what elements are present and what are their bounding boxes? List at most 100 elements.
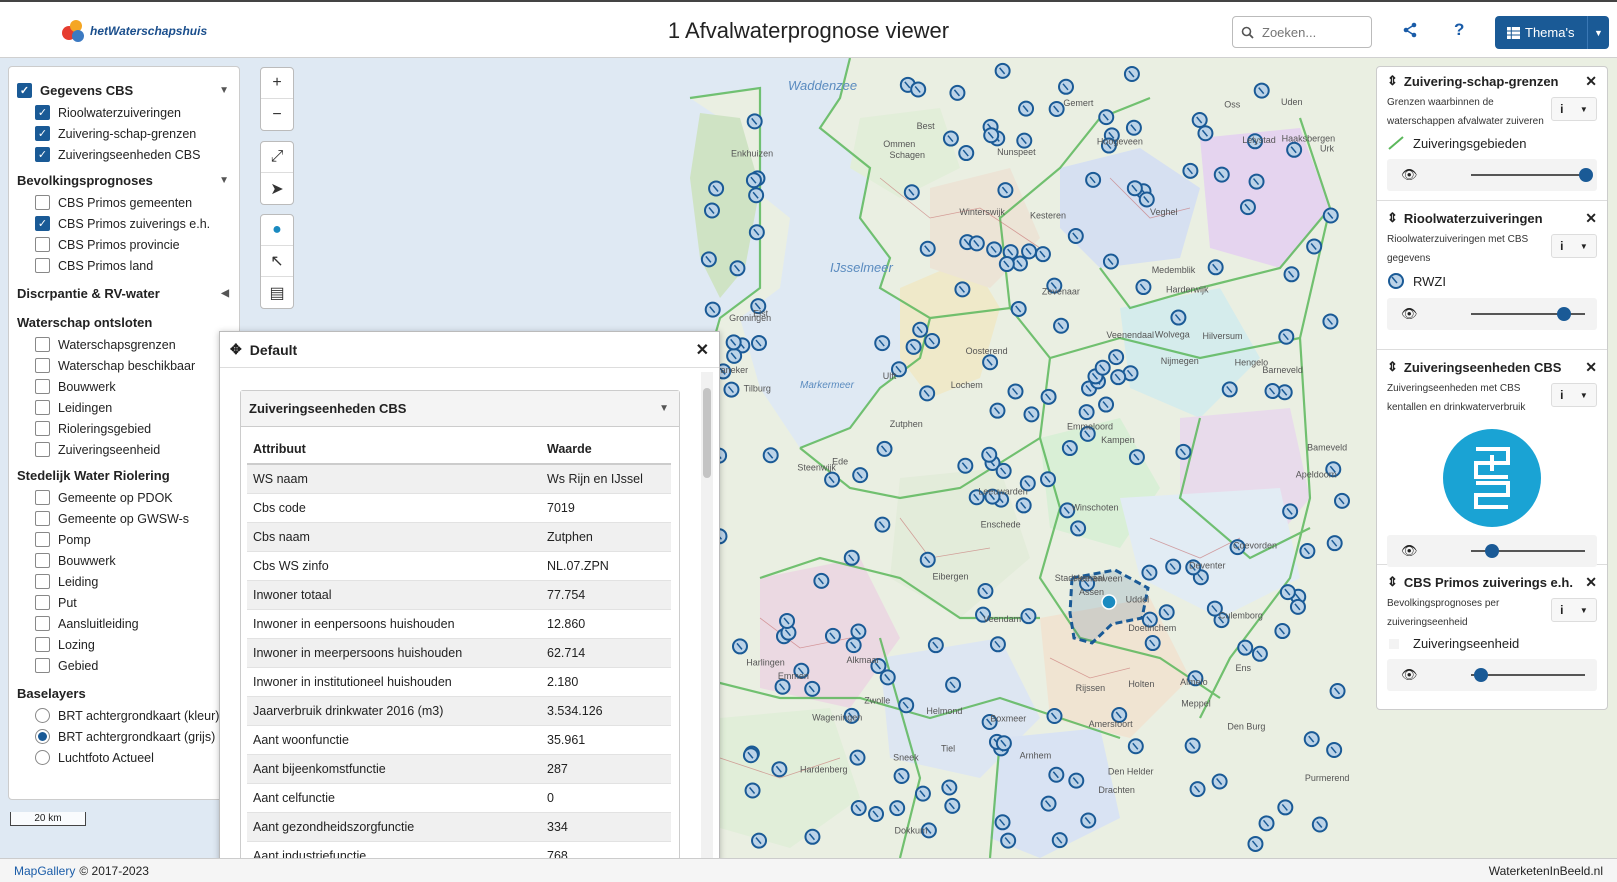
rwzi-marker-icon[interactable] (708, 180, 725, 197)
opacity-slider[interactable] (1471, 544, 1585, 558)
rwzi-marker-icon[interactable] (1322, 207, 1339, 224)
eye-icon[interactable]: 👁 (1401, 167, 1418, 183)
rwzi-marker-icon[interactable] (1085, 171, 1102, 188)
rwzi-marker-icon[interactable] (1018, 100, 1035, 117)
layer-item[interactable]: Put (17, 592, 231, 613)
rwzi-marker-icon[interactable] (874, 335, 891, 352)
rwzi-marker-icon[interactable] (1197, 125, 1214, 142)
rwzi-marker-icon[interactable] (1040, 795, 1057, 812)
rwzi-marker-icon[interactable] (919, 240, 936, 257)
rwzi-marker-icon[interactable] (1126, 180, 1143, 197)
rwzi-marker-icon[interactable] (1258, 815, 1275, 832)
rwzi-marker-icon[interactable] (824, 471, 841, 488)
layer-item[interactable]: Bouwwerk (17, 550, 231, 571)
eye-icon[interactable]: 👁 (1401, 667, 1418, 683)
rwzi-marker-icon[interactable] (1046, 707, 1063, 724)
rwzi-marker-icon[interactable] (850, 800, 867, 817)
baselayer-radio[interactable] (35, 708, 50, 723)
mapgallery-link[interactable]: MapGallery (14, 864, 75, 878)
rwzi-marker-icon[interactable] (1094, 359, 1111, 376)
rwzi-marker-icon[interactable] (703, 202, 720, 219)
help-icon[interactable]: ? (1454, 20, 1464, 40)
rwzi-marker-icon[interactable] (1322, 313, 1339, 330)
rwzi-marker-icon[interactable] (762, 447, 779, 464)
rwzi-marker-icon[interactable] (981, 446, 998, 463)
rwzi-marker-icon[interactable] (1191, 112, 1208, 129)
chevron-down-icon[interactable]: ▼ (659, 403, 669, 414)
rwzi-marker-icon[interactable] (1329, 682, 1346, 699)
rwzi-marker-icon[interactable] (1165, 558, 1182, 575)
group-waterschap-ontsloten[interactable]: Waterschap ontsloten (17, 315, 231, 330)
rwzi-marker-icon[interactable] (1306, 238, 1323, 255)
rwzi-marker-icon[interactable] (1279, 584, 1296, 601)
rwzi-marker-icon[interactable] (1040, 388, 1057, 405)
info-button[interactable]: i ▼ (1551, 97, 1597, 121)
rwzi-marker-icon[interactable] (804, 680, 821, 697)
rwzi-marker-icon[interactable] (1010, 300, 1027, 317)
sort-icon[interactable]: ⇕ (1387, 359, 1398, 375)
logo[interactable]: hetWaterschapshuis (60, 18, 207, 44)
rwzi-marker-icon[interactable] (989, 402, 1006, 419)
rwzi-marker-icon[interactable] (997, 182, 1014, 199)
rwzi-marker-icon[interactable] (1053, 317, 1070, 334)
rwzi-marker-icon[interactable] (949, 84, 966, 101)
popup-scrollbar[interactable] (701, 372, 713, 881)
rwzi-marker-icon[interactable] (1080, 812, 1097, 829)
locate-icon[interactable]: ➤ (261, 173, 293, 204)
layer-item[interactable]: Gemeente op GWSW-s (17, 508, 231, 529)
rwzi-marker-icon[interactable] (924, 333, 941, 350)
layer-item[interactable]: Pomp (17, 529, 231, 550)
layer-item[interactable]: ✓ CBS Primos zuiverings e.h. (17, 213, 231, 234)
rwzi-marker-icon[interactable] (868, 806, 885, 823)
layer-checkbox[interactable] (35, 358, 50, 373)
rwzi-marker-icon[interactable] (1000, 832, 1017, 849)
rwzi-marker-icon[interactable] (1274, 623, 1291, 640)
opacity-slider[interactable] (1471, 307, 1585, 321)
layer-item[interactable]: ✓ Zuivering-schap-grenzen (17, 123, 231, 144)
rwzi-marker-icon[interactable] (1299, 543, 1316, 560)
group-stedelijk-water[interactable]: Stedelijk Water Riolering (17, 468, 231, 483)
sort-icon[interactable]: ⇕ (1387, 574, 1398, 590)
layer-checkbox[interactable] (35, 532, 50, 547)
share-icon[interactable] (1402, 22, 1418, 43)
rwzi-marker-icon[interactable] (1040, 471, 1057, 488)
rwzi-marker-icon[interactable] (874, 516, 891, 533)
rwzi-marker-icon[interactable] (1286, 141, 1303, 158)
rwzi-marker-icon[interactable] (779, 612, 796, 629)
rwzi-marker-icon[interactable] (998, 256, 1015, 273)
legend-icon[interactable]: ▤ (261, 277, 293, 308)
eye-icon[interactable]: 👁 (1401, 543, 1418, 559)
close-icon[interactable]: ✕ (696, 340, 709, 360)
rwzi-marker-icon[interactable] (905, 338, 922, 355)
layer-checkbox[interactable] (35, 195, 50, 210)
rwzi-marker-icon[interactable] (954, 281, 971, 298)
rwzi-marker-icon[interactable] (731, 638, 748, 655)
sort-icon[interactable]: ⇕ (1387, 210, 1398, 226)
rwzi-marker-icon[interactable] (983, 127, 1000, 144)
group-discrepantie[interactable]: Discrpantie & RV-water ◀ (17, 286, 231, 301)
rwzi-marker-icon[interactable] (742, 747, 759, 764)
rwzi-marker-icon[interactable] (852, 467, 869, 484)
rwzi-marker-icon[interactable] (903, 184, 920, 201)
rwzi-marker-icon[interactable] (994, 814, 1011, 831)
baselayer-radio[interactable] (35, 729, 50, 744)
rwzi-marker-icon[interactable] (1110, 369, 1127, 386)
layer-checkbox[interactable] (35, 379, 50, 394)
layer-checkbox[interactable] (35, 258, 50, 273)
rwzi-marker-icon[interactable] (1138, 191, 1155, 208)
slider-knob[interactable] (1474, 668, 1488, 682)
close-icon[interactable]: ✕ (1585, 73, 1597, 90)
rwzi-marker-icon[interactable] (986, 241, 1003, 258)
rwzi-marker-icon[interactable] (748, 187, 765, 204)
chevron-down-icon[interactable]: ▼ (1587, 16, 1609, 49)
rwzi-marker-icon[interactable] (1283, 266, 1300, 283)
rwzi-marker-icon[interactable] (1102, 253, 1119, 270)
chevron-left-icon[interactable]: ◀ (221, 288, 229, 299)
layer-item[interactable]: Leiding (17, 571, 231, 592)
layer-checkbox[interactable] (35, 337, 50, 352)
pointer-icon[interactable]: ↖ (261, 246, 293, 277)
layer-item[interactable]: Aansluitleiding (17, 613, 231, 634)
rwzi-marker-icon[interactable] (751, 832, 768, 849)
rwzi-marker-icon[interactable] (876, 440, 893, 457)
rwzi-marker-icon[interactable] (1239, 199, 1256, 216)
